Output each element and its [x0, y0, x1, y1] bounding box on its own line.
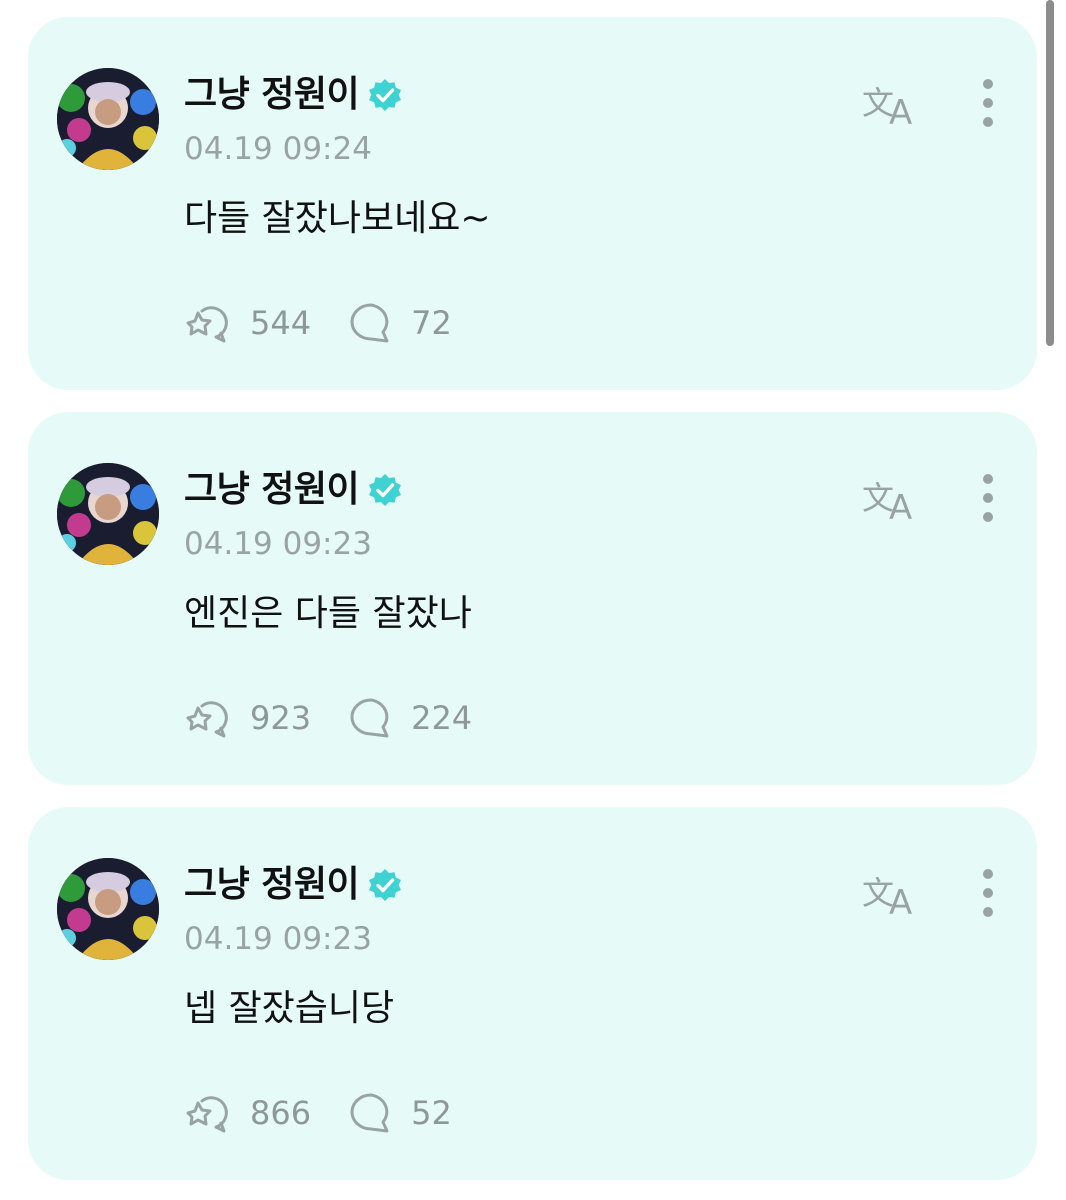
author-row: 그냥 정원이	[184, 863, 403, 907]
more-vertical-icon[interactable]	[974, 472, 1002, 526]
post-timestamp: 04.19 09:23	[184, 526, 372, 562]
translate-icon[interactable]: 文 A	[862, 80, 922, 130]
verified-badge-icon	[369, 474, 402, 506]
post-text: 다들 잘잤나보네요~	[184, 198, 491, 239]
scrollbar[interactable]	[1046, 0, 1054, 346]
svg-text:A: A	[889, 488, 912, 525]
avatar[interactable]	[57, 463, 159, 565]
reaction-count: 544	[250, 304, 312, 342]
post-card[interactable]: 그냥 정원이 04.19 09:23 넵 잘잤습니당 文 A 866 52	[28, 807, 1037, 1180]
author-name[interactable]: 그냥 정원이	[184, 863, 360, 907]
author-row: 그냥 정원이	[184, 73, 403, 117]
post-timestamp: 04.19 09:24	[184, 131, 372, 167]
reaction-count: 923	[250, 699, 312, 737]
reaction-star-bubble-icon	[186, 1096, 228, 1133]
post-stats: 866 52	[184, 1090, 452, 1136]
translate-icon[interactable]: 文 A	[862, 475, 922, 525]
post-text: 엔진은 다들 잘잤나	[184, 593, 472, 634]
more-vertical-icon[interactable]	[974, 867, 1002, 921]
comment-count: 72	[411, 304, 452, 342]
comment-bubble-icon	[350, 303, 389, 343]
svg-text:A: A	[889, 93, 912, 130]
post-text: 넵 잘잤습니당	[184, 988, 395, 1029]
comment-count: 52	[411, 1094, 452, 1132]
author-row: 그냥 정원이	[184, 468, 403, 512]
avatar[interactable]	[57, 858, 159, 960]
post-card[interactable]: 그냥 정원이 04.19 09:23 엔진은 다들 잘잤나 文 A 923 22…	[28, 412, 1037, 785]
avatar[interactable]	[57, 68, 159, 170]
reaction-star-bubble-icon	[186, 701, 228, 738]
reaction-stat[interactable]: 866	[184, 1093, 311, 1133]
translate-icon[interactable]: 文 A	[862, 870, 922, 920]
verified-badge-icon	[369, 869, 402, 901]
svg-text:A: A	[889, 883, 912, 920]
reaction-count: 866	[250, 1094, 312, 1132]
comment-bubble-icon	[350, 698, 389, 738]
comment-bubble-icon	[350, 1093, 389, 1133]
reaction-star-bubble-icon	[186, 306, 228, 343]
comment-stat[interactable]: 224	[349, 697, 472, 739]
post-timestamp: 04.19 09:23	[184, 921, 372, 957]
comment-stat[interactable]: 72	[349, 302, 452, 344]
author-name[interactable]: 그냥 정원이	[184, 73, 360, 117]
author-name[interactable]: 그냥 정원이	[184, 468, 360, 512]
reaction-stat[interactable]: 923	[184, 698, 311, 738]
post-stats: 544 72	[184, 300, 452, 346]
post-stats: 923 224	[184, 695, 472, 741]
reaction-stat[interactable]: 544	[184, 303, 311, 343]
comment-stat[interactable]: 52	[349, 1092, 452, 1134]
verified-badge-icon	[369, 79, 402, 111]
more-vertical-icon[interactable]	[974, 77, 1002, 131]
post-feed: 그냥 정원이 04.19 09:24 다들 잘잤나보네요~ 文 A 544 72…	[0, 0, 1066, 1200]
post-card[interactable]: 그냥 정원이 04.19 09:24 다들 잘잤나보네요~ 文 A 544 72	[28, 17, 1037, 390]
comment-count: 224	[411, 699, 473, 737]
